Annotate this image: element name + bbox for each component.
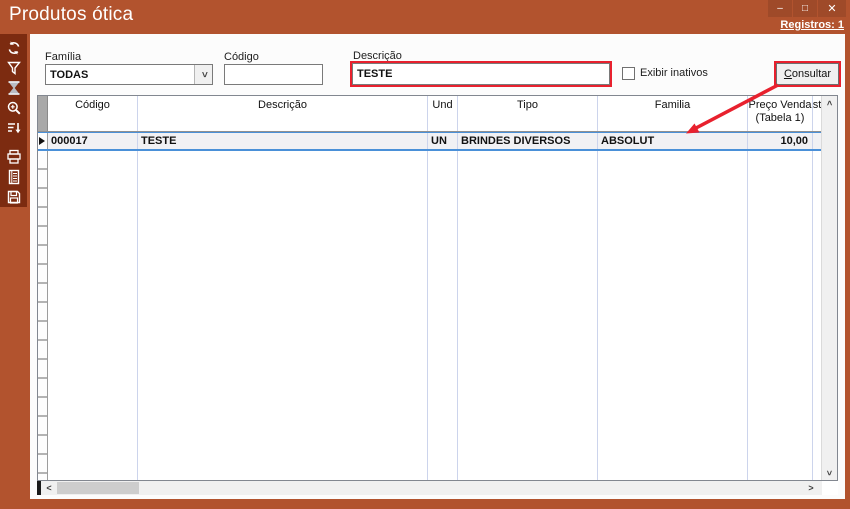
row-selector-column xyxy=(38,132,48,480)
refresh-button[interactable] xyxy=(3,38,25,58)
side-toolbar xyxy=(0,34,27,207)
refresh-icon xyxy=(6,40,22,56)
cell-codigo: 000017 xyxy=(48,133,138,149)
horizontal-scrollbar-thumb[interactable] xyxy=(57,482,139,494)
exibir-inativos-checkbox[interactable] xyxy=(622,67,635,80)
maximize-icon: □ xyxy=(802,3,808,14)
cell-und: UN xyxy=(428,133,458,149)
familia-label: Família xyxy=(45,51,81,63)
cell-familia: ABSOLUT xyxy=(598,133,748,149)
zoom-plus-icon xyxy=(6,100,22,116)
window-title: Produtos ótica xyxy=(9,4,133,26)
vertical-scrollbar[interactable]: < < xyxy=(821,96,837,480)
scrollbar-corner xyxy=(822,481,838,495)
scroll-right-button[interactable]: > xyxy=(804,481,818,495)
report-icon xyxy=(6,169,22,185)
chevron-down-icon: > xyxy=(198,72,209,78)
grid-header-row: Código Descrição Und Tipo Familia Preço … xyxy=(38,96,821,132)
consultar-highlight-box: Consultar xyxy=(774,61,841,87)
scroll-up-icon: < xyxy=(824,100,834,105)
sort-icon xyxy=(6,120,22,136)
window-frame-bottom xyxy=(0,499,850,509)
current-row-cell xyxy=(38,133,48,149)
cell-partial xyxy=(813,133,821,149)
codigo-input[interactable] xyxy=(224,64,323,85)
close-icon: ✕ xyxy=(827,2,836,15)
exibir-inativos-label: Exibir inativos xyxy=(640,67,708,79)
zoom-button[interactable] xyxy=(3,98,25,118)
sort-button[interactable] xyxy=(3,118,25,138)
col-header-und[interactable]: Und xyxy=(428,96,458,131)
current-row-marker-icon xyxy=(39,137,45,145)
print-button[interactable] xyxy=(3,147,25,167)
minimize-button[interactable]: – xyxy=(768,0,792,17)
col-header-descricao[interactable]: Descrição xyxy=(138,96,428,131)
hourglass-button[interactable] xyxy=(3,78,25,98)
app-window: Produtos ótica – □ ✕ Registros: 1 xyxy=(0,0,850,509)
cell-descricao: TESTE xyxy=(138,133,428,149)
hourglass-icon xyxy=(6,80,22,96)
grid-split-handle[interactable] xyxy=(37,481,41,495)
grid-body: 000017 TESTE UN BRINDES DIVERSOS ABSOLUT… xyxy=(38,132,821,480)
familia-combo[interactable]: TODAS > xyxy=(45,64,213,85)
window-frame-right xyxy=(845,34,850,499)
cell-tipo: BRINDES DIVERSOS xyxy=(458,133,598,149)
horizontal-scrollbar[interactable]: < > xyxy=(37,481,838,495)
cell-preco-venda: 10,00 xyxy=(748,133,813,149)
descricao-input[interactable] xyxy=(352,63,610,85)
table-row[interactable]: 000017 TESTE UN BRINDES DIVERSOS ABSOLUT… xyxy=(38,132,821,151)
col-header-preco-venda[interactable]: Preço Venda (Tabela 1) xyxy=(748,96,813,131)
save-icon xyxy=(6,189,22,205)
registros-link[interactable]: Registros: 1 xyxy=(780,19,844,31)
maximize-button[interactable]: □ xyxy=(793,0,817,17)
titlebar: Produtos ótica – □ ✕ xyxy=(0,0,850,34)
descricao-highlight-box xyxy=(350,61,612,87)
close-button[interactable]: ✕ xyxy=(818,0,846,17)
save-button[interactable] xyxy=(3,187,25,207)
familia-combo-dropdown[interactable]: > xyxy=(194,65,212,84)
codigo-label: Código xyxy=(224,51,259,63)
row-selector-header xyxy=(38,96,48,131)
filter-button[interactable] xyxy=(3,58,25,78)
familia-combo-value: TODAS xyxy=(46,69,194,81)
scroll-down-button[interactable]: < xyxy=(822,466,837,480)
report-button[interactable] xyxy=(3,167,25,187)
minimize-icon: – xyxy=(777,3,783,14)
consultar-button[interactable]: Consultar xyxy=(776,63,839,85)
col-header-tipo[interactable]: Tipo xyxy=(458,96,598,131)
col-header-familia[interactable]: Familia xyxy=(598,96,748,131)
printer-icon xyxy=(6,149,22,165)
window-controls: – □ ✕ xyxy=(767,0,846,17)
scroll-left-button[interactable]: < xyxy=(42,481,56,495)
filter-icon xyxy=(6,60,22,76)
scroll-up-button[interactable]: < xyxy=(822,96,837,110)
col-header-codigo[interactable]: Código xyxy=(48,96,138,131)
scroll-down-icon: < xyxy=(824,470,834,475)
products-grid: Código Descrição Und Tipo Familia Preço … xyxy=(37,95,838,481)
col-header-partial: st xyxy=(813,96,821,131)
